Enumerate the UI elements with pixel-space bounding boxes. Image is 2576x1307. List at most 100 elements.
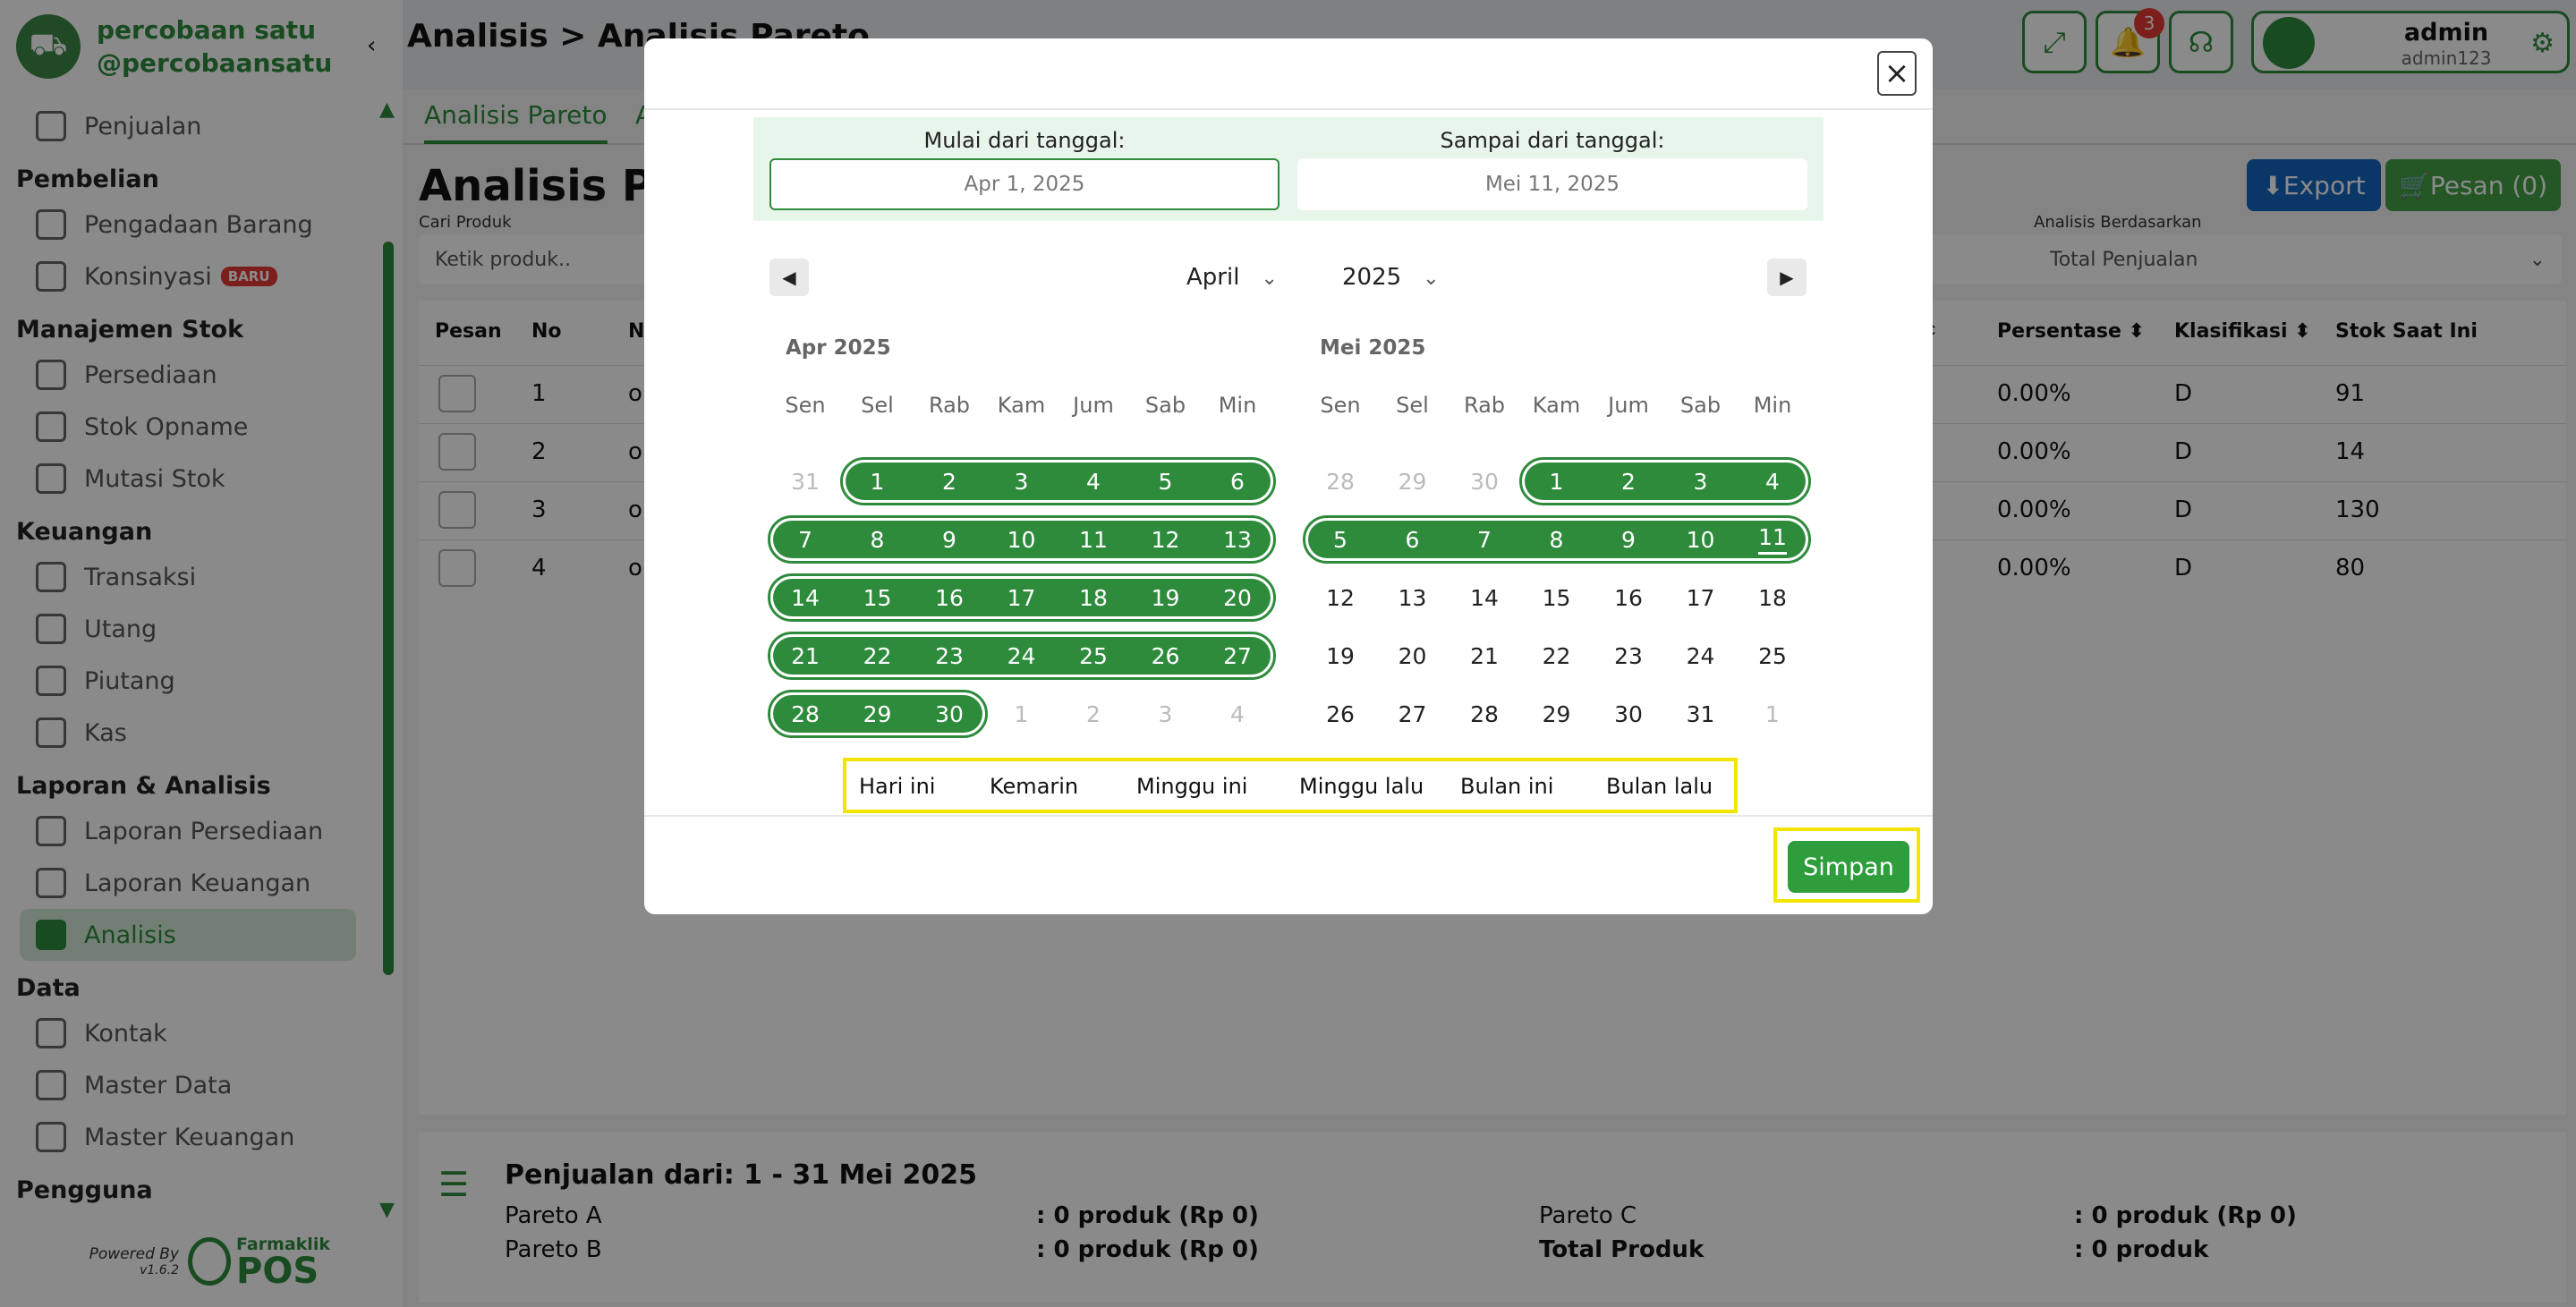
- calendar-day[interactable]: 4: [1058, 457, 1129, 505]
- calendar-day[interactable]: 19: [1305, 632, 1376, 680]
- calendar-day[interactable]: 12: [1130, 515, 1202, 564]
- calendar-day[interactable]: 11: [1058, 515, 1129, 564]
- calendar-day[interactable]: 5: [1305, 515, 1376, 564]
- calendar-day[interactable]: 4: [1202, 690, 1273, 738]
- calendar-day[interactable]: 28: [1305, 457, 1376, 505]
- calendar-day[interactable]: 27: [1202, 632, 1273, 680]
- month-select[interactable]: April ⌄: [1186, 264, 1278, 291]
- calendar-day[interactable]: 8: [842, 515, 914, 564]
- calendar-day[interactable]: 29: [842, 690, 914, 738]
- calendar-day[interactable]: 28: [769, 690, 841, 738]
- calendar-day-number: 4: [1086, 468, 1101, 495]
- calendar-day[interactable]: 20: [1202, 573, 1273, 622]
- calendar-day[interactable]: 15: [1521, 573, 1593, 622]
- year-select[interactable]: 2025 ⌄: [1342, 264, 1440, 291]
- calendar-day[interactable]: 18: [1737, 573, 1808, 622]
- calendar-day-number: 22: [1542, 642, 1571, 669]
- calendar-day[interactable]: 27: [1377, 690, 1449, 738]
- calendar-day[interactable]: 25: [1737, 632, 1808, 680]
- calendar-day[interactable]: 16: [1593, 573, 1664, 622]
- calendar-day[interactable]: 22: [1521, 632, 1593, 680]
- calendar-day[interactable]: 14: [769, 573, 841, 622]
- calendar-day[interactable]: 1: [986, 690, 1058, 738]
- caret-left-icon: ◀: [782, 267, 796, 288]
- calendar-day[interactable]: 11: [1737, 515, 1808, 564]
- calendar-day[interactable]: 16: [914, 573, 985, 622]
- save-button[interactable]: Simpan: [1788, 841, 1909, 893]
- calendar-day[interactable]: 1: [1521, 457, 1593, 505]
- quick-bulan-ini[interactable]: Bulan ini: [1460, 774, 1553, 799]
- prev-month-button[interactable]: ◀: [769, 259, 809, 296]
- quick-minggu-ini[interactable]: Minggu ini: [1136, 774, 1247, 799]
- calendar-day[interactable]: 23: [1593, 632, 1664, 680]
- calendar-day[interactable]: 10: [1665, 515, 1737, 564]
- calendar-day[interactable]: 5: [1130, 457, 1202, 505]
- calendar-day[interactable]: 21: [769, 632, 841, 680]
- calendar-day[interactable]: 10: [986, 515, 1058, 564]
- calendar-day-number: 2: [1086, 700, 1101, 727]
- calendar-day-number: 3: [1014, 468, 1029, 495]
- calendar-day-number: 13: [1223, 526, 1252, 553]
- calendar-day[interactable]: 14: [1449, 573, 1520, 622]
- calendar-day[interactable]: 4: [1737, 457, 1808, 505]
- next-month-button[interactable]: ▶: [1767, 259, 1807, 296]
- calendar-day[interactable]: 3: [986, 457, 1058, 505]
- calendar-day-number: 3: [1158, 700, 1173, 727]
- calendar-day[interactable]: 26: [1305, 690, 1376, 738]
- calendar-day[interactable]: 30: [1449, 457, 1520, 505]
- calendar-day[interactable]: 13: [1377, 573, 1449, 622]
- calendar-day[interactable]: 1: [842, 457, 914, 505]
- weekday-label: Kam: [997, 393, 1046, 418]
- quick-minggu-lalu[interactable]: Minggu lalu: [1299, 774, 1424, 799]
- quick-kemarin[interactable]: Kemarin: [990, 774, 1078, 799]
- calendar-day[interactable]: 18: [1058, 573, 1129, 622]
- calendar-day[interactable]: 19: [1130, 573, 1202, 622]
- calendar-day[interactable]: 30: [1593, 690, 1664, 738]
- calendar-day[interactable]: 23: [914, 632, 985, 680]
- calendar-day[interactable]: 30: [914, 690, 985, 738]
- calendar-day[interactable]: 20: [1377, 632, 1449, 680]
- calendar-day-number: 14: [1470, 584, 1499, 611]
- calendar-day[interactable]: 24: [986, 632, 1058, 680]
- calendar-day[interactable]: 6: [1202, 457, 1273, 505]
- calendar-day[interactable]: 15: [842, 573, 914, 622]
- calendar-day[interactable]: 22: [842, 632, 914, 680]
- quick-range-bar: Hari ini Kemarin Minggu ini Minggu lalu …: [843, 758, 1738, 813]
- calendar-day[interactable]: 21: [1449, 632, 1520, 680]
- calendar-day[interactable]: 1: [1737, 690, 1808, 738]
- calendar-day[interactable]: 6: [1377, 515, 1449, 564]
- calendar-day[interactable]: 13: [1202, 515, 1273, 564]
- date-range-panel: Mulai dari tanggal: Apr 1, 2025 Sampai d…: [753, 117, 1824, 221]
- calendar-day[interactable]: 2: [1058, 690, 1129, 738]
- calendar-day[interactable]: 25: [1058, 632, 1129, 680]
- calendar-day[interactable]: 29: [1521, 690, 1593, 738]
- calendar-day[interactable]: 2: [914, 457, 985, 505]
- close-button[interactable]: ×: [1877, 51, 1917, 96]
- calendar-day[interactable]: 7: [1449, 515, 1520, 564]
- calendar-day-number: 10: [1007, 526, 1036, 553]
- calendar-day[interactable]: 2: [1593, 457, 1664, 505]
- calendar-day-number: 28: [1326, 468, 1355, 495]
- weekday-label: Sen: [1320, 393, 1361, 418]
- quick-bulan-lalu[interactable]: Bulan lalu: [1606, 774, 1713, 799]
- calendar-day[interactable]: 12: [1305, 573, 1376, 622]
- calendar-day[interactable]: 31: [1665, 690, 1737, 738]
- calendar-day[interactable]: 3: [1665, 457, 1737, 505]
- calendar-day[interactable]: 3: [1130, 690, 1202, 738]
- calendar-day[interactable]: 8: [1521, 515, 1593, 564]
- calendar-day[interactable]: 26: [1130, 632, 1202, 680]
- calendar-day-number: 17: [1007, 584, 1036, 611]
- start-date-input[interactable]: Apr 1, 2025: [769, 158, 1279, 210]
- end-date-input[interactable]: Mei 11, 2025: [1297, 158, 1807, 210]
- calendar-day[interactable]: 17: [1665, 573, 1737, 622]
- calendar-day[interactable]: 9: [914, 515, 985, 564]
- calendar-day[interactable]: 31: [769, 457, 841, 505]
- calendar-day[interactable]: 24: [1665, 632, 1737, 680]
- calendar-day[interactable]: 29: [1377, 457, 1449, 505]
- calendar-day[interactable]: 17: [986, 573, 1058, 622]
- calendar-day[interactable]: 7: [769, 515, 841, 564]
- quick-hari-ini[interactable]: Hari ini: [859, 774, 935, 799]
- calendar-day[interactable]: 9: [1593, 515, 1664, 564]
- calendar-day[interactable]: 28: [1449, 690, 1520, 738]
- weekday-label: Rab: [1463, 393, 1506, 418]
